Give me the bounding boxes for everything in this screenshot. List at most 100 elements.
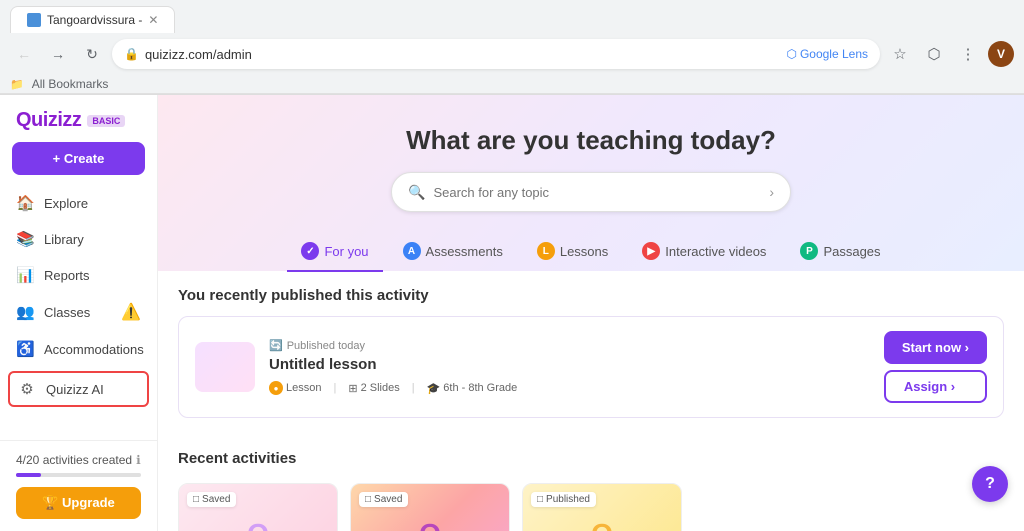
sidebar-label-accommodations: Accommodations	[44, 342, 144, 357]
save-icon-1: □	[193, 494, 199, 505]
sidebar-item-explore[interactable]: 🏠 Explore	[0, 185, 157, 221]
extensions-button[interactable]: ⬡	[920, 40, 948, 68]
meta-lesson-label: Lesson	[286, 382, 321, 394]
back-button[interactable]: ←	[10, 40, 38, 68]
activity-thumbnail	[195, 342, 255, 392]
sidebar-item-quizizz-ai[interactable]: ⚙ Quizizz AI	[8, 371, 149, 407]
search-arrow-icon: ›	[769, 184, 774, 200]
tab-label-for-you: For you	[324, 244, 368, 259]
create-button[interactable]: + Create	[12, 142, 145, 175]
search-input[interactable]	[433, 185, 769, 200]
sidebar-label-library: Library	[44, 232, 84, 247]
browser-tab[interactable]: Tangoardvissura - ✕	[10, 6, 175, 33]
sidebar: Quizizz BASIC + Create 🏠 Explore 📚 Libra…	[0, 95, 158, 531]
lesson-dot-icon: ●	[269, 381, 283, 395]
tab-favicon	[27, 13, 41, 27]
tab-label-assessments: Assessments	[426, 244, 503, 259]
activity-name: Untitled lesson	[269, 356, 870, 373]
meta-lesson: ● Lesson	[269, 381, 321, 395]
library-icon: 📚	[16, 230, 34, 248]
mini-card-thumb-1: □ Saved Q	[179, 484, 337, 531]
publish-icon-3: □	[537, 494, 543, 505]
recent-activities-grid: □ Saved Q 3 questions Untitled video qui…	[158, 483, 1024, 531]
start-now-button[interactable]: Start now ›	[884, 331, 987, 364]
published-label: 🔄 Published today	[269, 339, 870, 352]
explore-icon: 🏠	[16, 194, 34, 212]
slides-icon: ⊞	[348, 382, 357, 395]
forward-button[interactable]: →	[44, 40, 72, 68]
sidebar-label-quizizz-ai: Quizizz AI	[46, 382, 104, 397]
saved-label-1: Saved	[202, 494, 230, 505]
list-item[interactable]: □ Published Q 2 questions Untitled lesso…	[522, 483, 682, 531]
sidebar-item-reports[interactable]: 📊 Reports	[0, 257, 157, 293]
sidebar-item-library[interactable]: 📚 Library	[0, 221, 157, 257]
classes-icon: 👥	[16, 303, 34, 321]
activity-info: 🔄 Published today Untitled lesson ● Less…	[269, 339, 870, 395]
tab-label-interactive-videos: Interactive videos	[665, 244, 766, 259]
published-date: Published today	[287, 340, 365, 352]
tab-dot-for-you: ✓	[301, 242, 319, 260]
google-lens-label: Google Lens	[800, 47, 868, 61]
help-button[interactable]: ?	[972, 466, 1008, 502]
tab-for-you[interactable]: ✓ For you	[287, 232, 382, 272]
warning-icon: ⚠️	[121, 302, 141, 322]
tab-title: Tangoardvissura -	[47, 13, 142, 27]
assign-button[interactable]: Assign ›	[884, 370, 987, 403]
sidebar-item-classes[interactable]: 👥 Classes ⚠️	[0, 293, 157, 331]
saved-badge-1: □ Saved	[187, 492, 236, 507]
meta-separator-2: |	[412, 382, 415, 394]
meta-slides-label: 2 Slides	[361, 382, 400, 394]
url-input[interactable]	[145, 47, 781, 62]
upgrade-button[interactable]: 🏆 Upgrade	[16, 487, 141, 519]
list-item[interactable]: □ Saved Q 1 questions Verbal Quiz	[350, 483, 510, 531]
bookmark-star-button[interactable]: ☆	[886, 40, 914, 68]
browser-profile[interactable]: V	[988, 41, 1014, 67]
published-label-3: Published	[546, 494, 590, 505]
q-logo-2: Q	[419, 518, 441, 531]
more-button[interactable]: ⋮	[954, 40, 982, 68]
address-bar[interactable]: 🔒 ⬡ Google Lens	[112, 39, 880, 69]
tab-dot-interactive-videos: ▶	[642, 242, 660, 260]
sidebar-label-classes: Classes	[44, 305, 90, 320]
activity-actions: Start now › Assign ›	[884, 331, 987, 403]
tab-assessments[interactable]: A Assessments	[389, 232, 517, 272]
mini-card-thumb-3: □ Published Q	[523, 484, 681, 531]
recent-activities-title: Recent activities	[178, 450, 1004, 467]
saved-label-2: Saved	[374, 494, 402, 505]
activities-count: 4/20 activities created ℹ	[16, 453, 141, 467]
list-item[interactable]: □ Saved Q 3 questions Untitled video qui…	[178, 483, 338, 531]
main-content: What are you teaching today? 🔍 › ✓ For y…	[158, 95, 1024, 531]
tab-dot-lessons: L	[537, 242, 555, 260]
info-icon[interactable]: ℹ	[136, 453, 141, 467]
meta-separator-1: |	[333, 382, 336, 394]
tab-label-lessons: Lessons	[560, 244, 608, 259]
recent-activities-section: Recent activities	[158, 434, 1024, 483]
tab-interactive-videos[interactable]: ▶ Interactive videos	[628, 232, 780, 272]
recently-published-section: You recently published this activity 🔄 P…	[158, 271, 1024, 434]
google-lens-icon: ⬡	[786, 47, 796, 61]
sidebar-logo-area: Quizizz BASIC	[0, 95, 157, 142]
hero-title: What are you teaching today?	[178, 125, 1004, 156]
app-container: Quizizz BASIC + Create 🏠 Explore 📚 Libra…	[0, 95, 1024, 531]
activities-count-label: 4/20 activities created	[16, 453, 132, 467]
quizizz-logo: Quizizz	[16, 109, 81, 132]
bookmarks-bar: 📁 All Bookmarks	[0, 75, 1024, 94]
bookmarks-label: All Bookmarks	[32, 77, 109, 91]
browser-chrome: Tangoardvissura - ✕ ← → ↻ 🔒 ⬡ Google Len…	[0, 0, 1024, 95]
meta-slides: ⊞ 2 Slides	[348, 382, 399, 395]
reload-button[interactable]: ↻	[78, 40, 106, 68]
hero-section: What are you teaching today? 🔍 › ✓ For y…	[158, 95, 1024, 271]
tab-passages[interactable]: P Passages	[786, 232, 894, 272]
lock-icon: 🔒	[124, 47, 139, 61]
search-bar[interactable]: 🔍 ›	[391, 172, 791, 212]
progress-bar	[16, 473, 141, 477]
mini-card-thumb-2: □ Saved Q	[351, 484, 509, 531]
basic-badge: BASIC	[87, 115, 125, 127]
tab-label-passages: Passages	[823, 244, 880, 259]
tab-lessons[interactable]: L Lessons	[523, 232, 622, 272]
sidebar-item-accommodations[interactable]: ♿ Accommodations	[0, 331, 157, 367]
google-lens-button[interactable]: ⬡ Google Lens	[786, 47, 868, 61]
q-logo-1: Q	[247, 518, 269, 531]
reports-icon: 📊	[16, 266, 34, 284]
tab-close-icon[interactable]: ✕	[148, 13, 158, 27]
